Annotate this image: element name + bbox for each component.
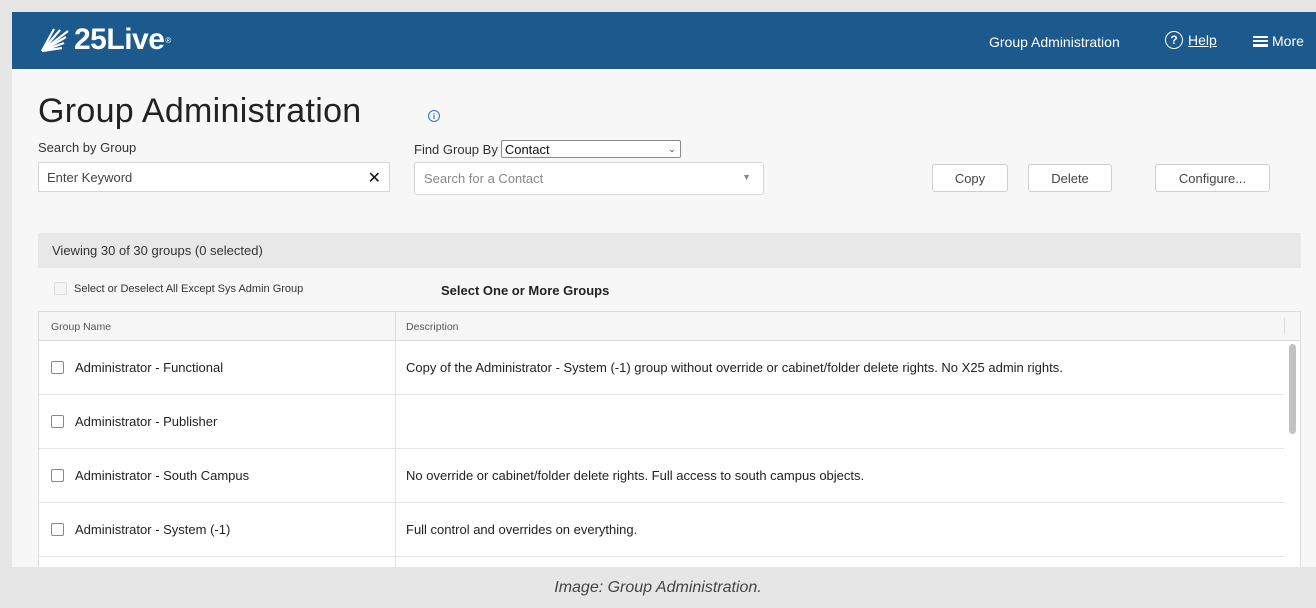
table-row[interactable]: Administrator - Functional Copy of the A… [39,341,1284,395]
find-group-by-value: Contact [504,141,550,157]
select-groups-heading: Select One or More Groups [441,283,610,298]
app-frame: 25Live ® Group Administration ? Help More… [12,12,1316,567]
delete-button[interactable]: Delete [1028,164,1112,192]
nav-help-link[interactable]: ? Help [1165,31,1217,49]
keyword-input[interactable] [39,163,339,191]
table-header: Group Name Description [39,312,1300,341]
table-row[interactable]: Administrator - Publisher [39,395,1284,449]
logo-registered-mark: ® [165,35,172,45]
find-group-by-label: Find Group By [414,141,498,157]
find-group-by-select[interactable]: Contact ⌄ [500,140,681,158]
hamburger-icon [1253,35,1268,47]
row-checkbox[interactable] [51,469,64,482]
select-all-control[interactable]: Select or Deselect All Except Sys Admin … [54,282,303,295]
scrollbar-thumb[interactable] [1289,344,1296,434]
row-checkbox[interactable] [51,415,64,428]
column-divider [395,312,396,341]
logo-text: 25Live [74,23,165,56]
group-name-cell: Administrator - Functional [75,360,224,375]
table-scrollbar[interactable] [1286,341,1300,567]
row-checkbox[interactable] [51,523,64,536]
logo[interactable]: 25Live ® [40,20,171,60]
column-divider [1284,318,1285,334]
logo-mark-icon [41,28,69,53]
nav-more-menu[interactable]: More [1253,33,1304,49]
nav-group-administration[interactable]: Group Administration [989,34,1120,50]
find-group-by-row: Find Group By Contact ⌄ [414,140,681,158]
more-label: More [1272,33,1304,49]
table-row[interactable] [39,557,1284,567]
clear-icon[interactable]: ✕ [368,168,381,188]
viewing-status-bar: Viewing 30 of 30 groups (0 selected) [38,233,1301,268]
group-name-cell: Administrator - South Campus [75,468,250,483]
page-title: Group Administration [38,92,362,130]
select-all-label: Select or Deselect All Except Sys Admin … [74,282,304,295]
table-row[interactable]: Administrator - South Campus No override… [39,449,1284,503]
column-header-group-name[interactable]: Group Name [51,321,111,333]
group-name-cell: Administrator - System (-1) [75,522,231,537]
description-cell: Full control and overrides on everything… [406,522,638,537]
column-header-description[interactable]: Description [406,321,459,333]
help-circle-icon: ? [1165,31,1183,49]
viewing-status-text: Viewing 30 of 30 groups (0 selected) [52,243,263,258]
info-icon[interactable]: i [428,110,440,122]
table-row[interactable]: Administrator - System (-1) Full control… [39,503,1284,557]
row-checkbox[interactable] [51,361,64,374]
group-name-cell: Administrator - Publisher [75,414,218,429]
caret-down-icon: ▼ [742,172,751,182]
chevron-down-icon: ⌄ [668,143,676,154]
contact-search-dropdown[interactable]: Search for a Contact ▼ [414,162,764,195]
groups-table: Group Name Description Administrator - F… [38,311,1301,567]
copy-button[interactable]: Copy [932,164,1008,192]
description-cell: Copy of the Administrator - System (-1) … [406,360,1063,375]
top-navigation-bar: 25Live ® Group Administration ? Help More [12,12,1316,69]
contact-search-placeholder: Search for a Contact [424,171,544,186]
configure-button[interactable]: Configure... [1155,164,1270,192]
description-cell: No override or cabinet/folder delete rig… [406,468,865,483]
select-all-checkbox[interactable] [54,282,67,295]
help-label: Help [1188,32,1217,48]
image-caption: Image: Group Administration. [0,568,1316,608]
search-by-group-label: Search by Group [38,140,137,155]
keyword-search-field: ✕ [38,162,390,192]
